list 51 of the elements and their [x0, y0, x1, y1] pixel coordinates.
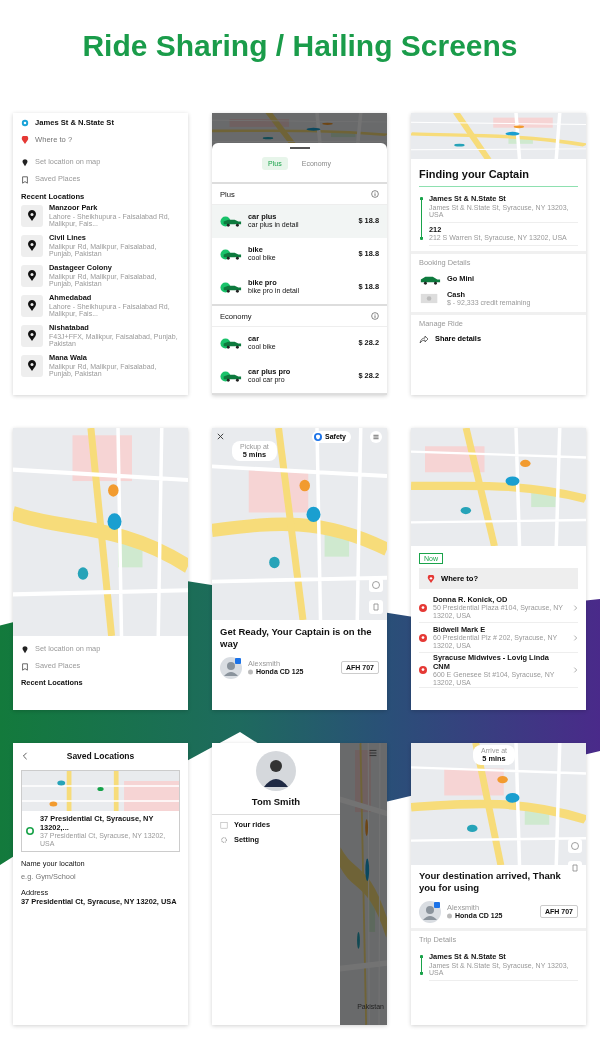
pin-icon [21, 325, 43, 347]
info-icon[interactable] [371, 312, 379, 320]
car-icon [220, 248, 242, 260]
close-icon[interactable] [216, 432, 225, 441]
vehicle-dot-icon [248, 668, 253, 675]
back-icon[interactable] [21, 752, 29, 760]
pin-icon [21, 235, 43, 257]
share-icon [419, 334, 429, 345]
route-line [420, 955, 423, 976]
bookmark-icon [21, 662, 29, 671]
chevron-icon [573, 604, 578, 611]
chevron-icon [573, 667, 578, 674]
avatar-icon [419, 900, 441, 923]
pin-icon [419, 666, 427, 675]
avatar-icon [256, 751, 296, 791]
bookmark-icon [21, 175, 29, 184]
user-name: Tom Smith [251, 796, 301, 807]
location-dot-icon [26, 827, 34, 836]
chevron-icon [573, 634, 578, 641]
pin-icon [419, 633, 427, 642]
screen-heading: Saved Locations [66, 751, 136, 761]
calendar-icon [220, 821, 228, 830]
menu-icon[interactable] [367, 747, 379, 759]
car-icon [220, 337, 242, 349]
pin-icon [21, 645, 29, 654]
pin-icon [21, 205, 43, 227]
pin-icon [21, 355, 43, 377]
pin-icon [419, 603, 427, 612]
info-icon[interactable] [371, 190, 379, 198]
clock-button[interactable] [369, 578, 383, 592]
car-icon [220, 281, 242, 293]
pin-icon [21, 135, 29, 144]
pin-icon [21, 265, 43, 287]
avatar-icon [220, 656, 242, 679]
gear-icon [220, 835, 228, 844]
menu-icon[interactable] [370, 431, 382, 443]
pin-icon [21, 295, 43, 317]
pin-icon [427, 574, 435, 583]
car-icon [220, 370, 242, 382]
clock-button[interactable] [568, 839, 582, 853]
screen-heading: Your destination arrived, Thank you for using [419, 870, 562, 895]
origin-dot-icon [21, 118, 29, 127]
car-icon [220, 215, 242, 227]
trash-button[interactable] [369, 600, 383, 614]
page-title: Ride Sharing / Hailing Screens [81, 27, 519, 64]
shield-icon [314, 433, 322, 441]
route-line [420, 197, 423, 241]
vehicle-dot-icon [447, 912, 452, 919]
screen-heading: Finding your Captain [419, 168, 530, 180]
pin-icon [21, 158, 29, 167]
screen-heading: Get Ready, Your Captain is on the way [220, 626, 373, 651]
